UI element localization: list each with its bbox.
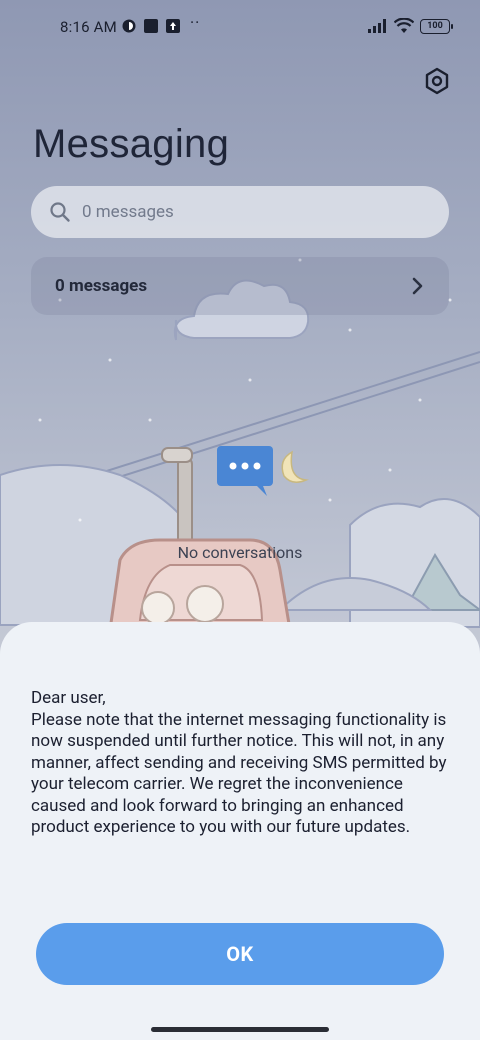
signal-icon — [368, 19, 386, 33]
more-notifications-icon: ·· — [190, 13, 201, 32]
status-time: 8:16 AM — [60, 18, 117, 36]
battery-icon: 100 — [420, 18, 453, 34]
notice-bottom-sheet: Dear user, Please note that the internet… — [0, 622, 480, 1040]
chevron-right-icon — [412, 277, 423, 295]
search-bar[interactable]: 0 messages — [31, 186, 449, 238]
page-title: Messaging — [33, 122, 230, 166]
status-indicators: 100 — [368, 18, 453, 34]
ok-button[interactable]: OK — [36, 923, 444, 985]
messages-count-label: 0 messages — [55, 276, 148, 296]
wifi-icon — [394, 18, 414, 33]
home-indicator[interactable] — [151, 1027, 329, 1032]
notice-message: Dear user, Please note that the internet… — [31, 688, 447, 837]
status-bar: 8:16 AM ·· 100 — [0, 0, 480, 56]
battery-level: 100 — [427, 21, 443, 31]
notification-app-icon — [144, 19, 158, 33]
vpn-icon — [122, 19, 136, 33]
settings-gear-icon[interactable] — [422, 66, 452, 96]
search-placeholder: 0 messages — [82, 202, 174, 222]
search-icon — [50, 202, 70, 222]
messages-summary-row[interactable]: 0 messages — [31, 257, 449, 315]
empty-state-text: No conversations — [177, 543, 303, 562]
upload-icon — [166, 19, 180, 33]
chat-bubble-icon — [217, 446, 273, 496]
